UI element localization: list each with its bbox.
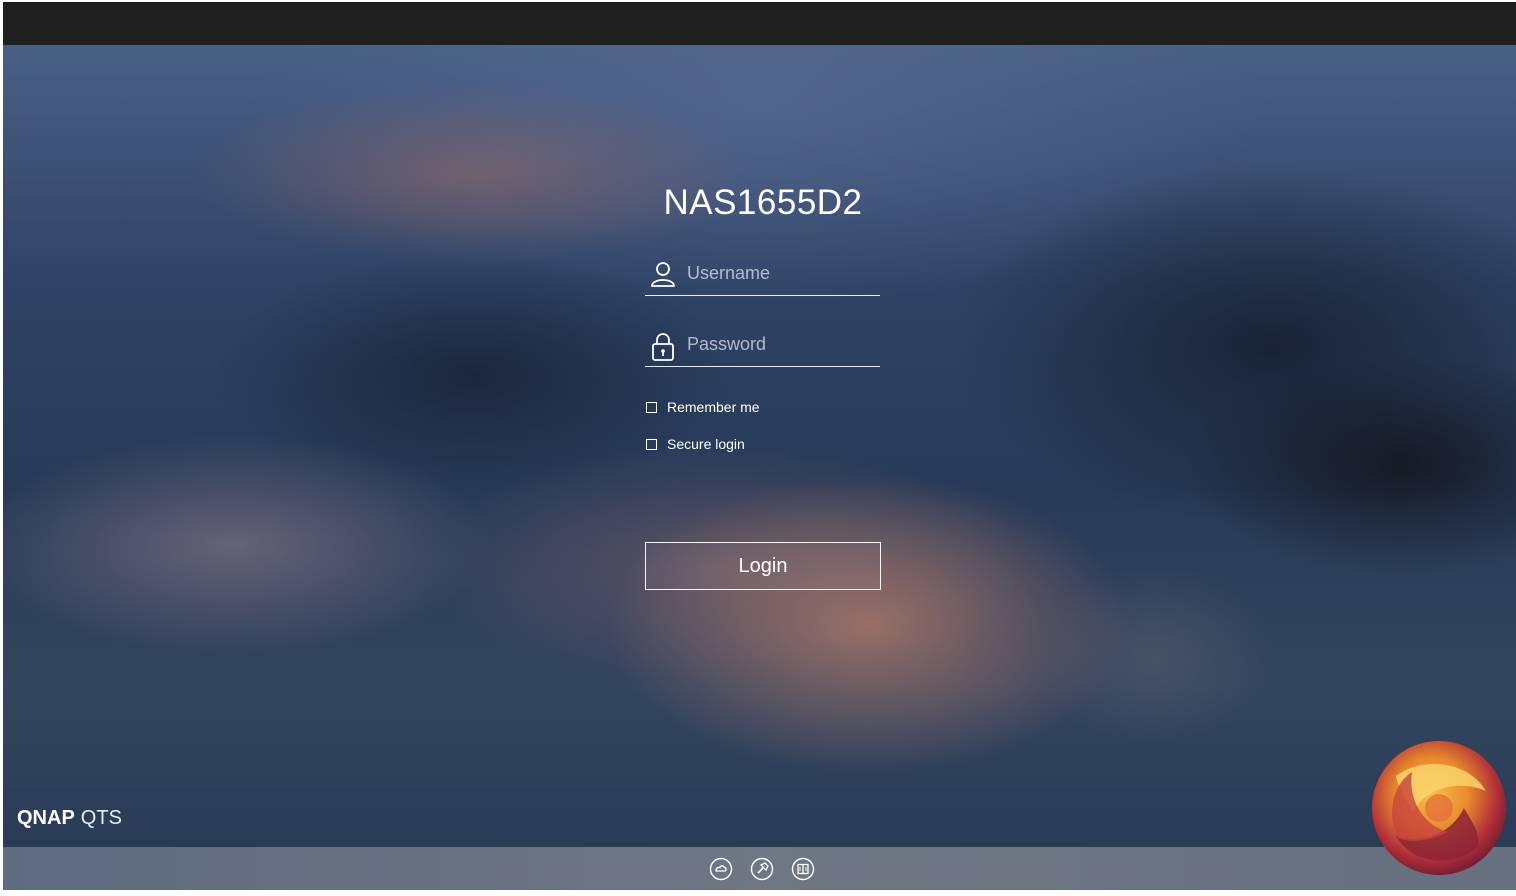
product-name: QTS <box>80 807 122 829</box>
helpdesk-icon[interactable] <box>750 857 774 881</box>
remember-me-option[interactable]: Remember me <box>646 397 760 417</box>
login-button[interactable]: Login <box>645 542 881 590</box>
username-field[interactable] <box>645 255 880 296</box>
blurred-wallpaper: NAS1655D2 Username Remember me Secure lo… <box>3 45 1516 847</box>
qnap-cloud-icon[interactable] <box>709 857 733 881</box>
remember-me-checkbox[interactable] <box>646 401 657 413</box>
top-bar <box>3 2 1516 45</box>
password-field[interactable] <box>645 326 880 367</box>
footer-icon-group <box>709 857 819 881</box>
secure-login-option[interactable]: Secure login <box>646 434 745 454</box>
secure-login-checkbox[interactable] <box>646 438 657 450</box>
qnap-qts-brand: QNAP QTS <box>17 807 122 830</box>
server-name: NAS1655D2 <box>663 183 863 222</box>
user-icon <box>650 261 676 289</box>
secure-login-label[interactable]: Secure login <box>667 436 745 452</box>
lock-icon <box>650 332 676 361</box>
qts-login-screen: NAS1655D2 Username Remember me Secure lo… <box>3 2 1516 890</box>
docs-book-icon[interactable] <box>791 857 815 881</box>
password-input[interactable] <box>687 330 877 358</box>
vendor-name: QNAP <box>17 807 75 829</box>
site-watermark-logo <box>1368 736 1510 881</box>
remember-me-label[interactable]: Remember me <box>667 399 760 415</box>
username-input[interactable] <box>687 259 877 287</box>
